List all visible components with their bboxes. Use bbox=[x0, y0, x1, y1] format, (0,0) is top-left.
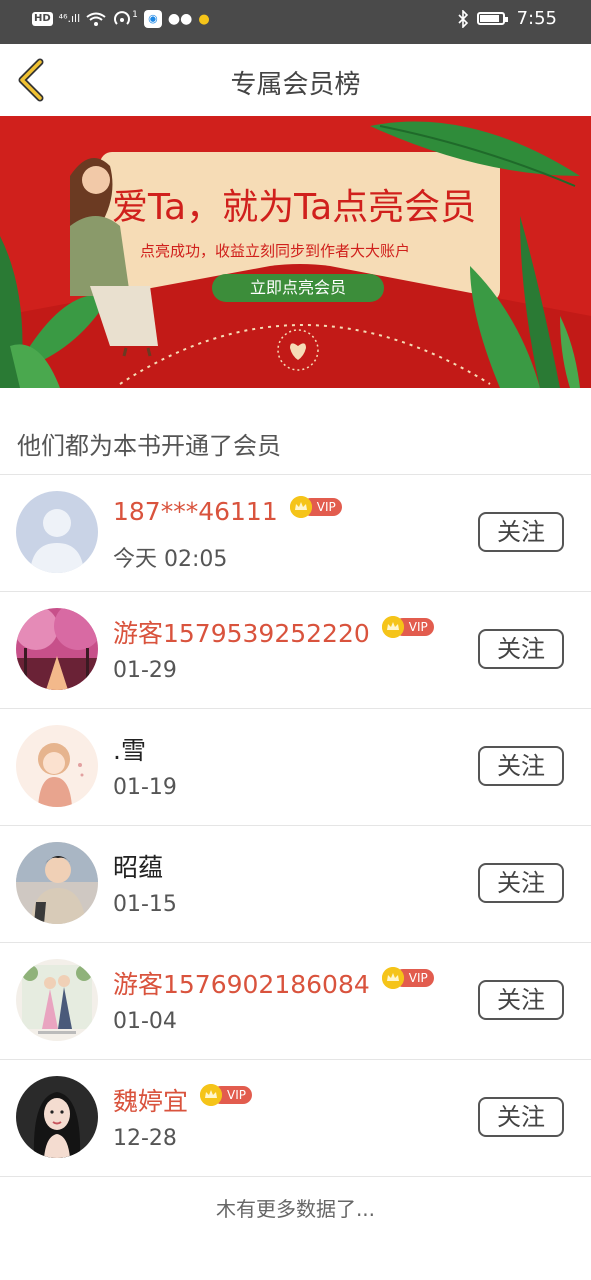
page-title: 专属会员榜 bbox=[230, 70, 361, 100]
avatar[interactable] bbox=[16, 959, 98, 1041]
hotspot-count: 1 bbox=[132, 10, 138, 20]
member-name: 187***46111 bbox=[113, 497, 278, 526]
avatar[interactable] bbox=[16, 491, 98, 573]
signal-icon: ⁴⁶.ıll bbox=[58, 12, 81, 25]
member-name: 昭蕴 bbox=[113, 853, 164, 882]
avatar[interactable] bbox=[16, 1076, 98, 1158]
member-name-line: 昭蕴 bbox=[113, 848, 163, 884]
crown-icon bbox=[381, 967, 404, 989]
member-row[interactable]: 昭蕴 01-15 关注 bbox=[0, 826, 591, 943]
avatar[interactable] bbox=[16, 842, 98, 924]
vip-badge: VIP bbox=[381, 616, 434, 638]
member-date: 01-19 bbox=[113, 775, 177, 800]
member-name: 游客1579539252220 bbox=[113, 619, 370, 648]
avatar[interactable] bbox=[16, 725, 98, 807]
vip-badge: VIP bbox=[200, 1084, 253, 1106]
member-name: 魏婷宜 bbox=[113, 1087, 189, 1116]
follow-button[interactable]: 关注 bbox=[478, 629, 564, 669]
crown-icon bbox=[289, 495, 312, 518]
banner-cta-label: 立即点亮会员 bbox=[249, 278, 346, 297]
vip-badge: VIP bbox=[381, 967, 434, 989]
follow-button[interactable]: 关注 bbox=[478, 746, 564, 786]
member-date: 01-29 bbox=[113, 658, 177, 683]
member-name: 游客1576902186084 bbox=[113, 970, 370, 999]
banner-headline: 爱Ta，就为Ta点亮会员 bbox=[112, 187, 477, 228]
member-name: .雪 bbox=[113, 736, 146, 765]
member-list: 187***46111 VIP 今天 02:05 关注 游客1579539252220 V… bbox=[0, 475, 591, 1177]
follow-button[interactable]: 关注 bbox=[478, 1097, 564, 1137]
section-header: 他们都为本书开通了会员 bbox=[0, 388, 591, 475]
member-date: 今天 02:05 bbox=[113, 547, 228, 572]
vip-badge: VIP bbox=[289, 495, 342, 518]
status-time: 7:55 bbox=[516, 8, 557, 29]
member-name-line: 游客1579539252220 VIP bbox=[113, 614, 434, 650]
member-name-line: .雪 bbox=[113, 731, 146, 767]
member-row[interactable]: 游客1579539252220 VIP 01-29 关注 bbox=[0, 592, 591, 709]
crown-icon bbox=[200, 1084, 223, 1106]
battery-icon bbox=[476, 12, 508, 25]
promo-banner[interactable]: 爱Ta，就为Ta点亮会员 点亮成功，收益立刻同步到作者大大账户 立即点亮会员 bbox=[0, 116, 591, 388]
member-name-line: 游客1576902186084 VIP bbox=[113, 965, 434, 1001]
follow-button[interactable]: 关注 bbox=[478, 512, 564, 552]
wechat-icon: ●● bbox=[167, 11, 193, 27]
member-name-line: 魏婷宜 VIP bbox=[113, 1082, 253, 1118]
nav-bar: 专属会员榜 bbox=[0, 44, 591, 116]
no-more-data-text: 木有更多数据了... bbox=[215, 1197, 376, 1221]
bulb-icon: ● bbox=[198, 11, 210, 27]
banner-cta-button[interactable]: 立即点亮会员 bbox=[212, 274, 384, 302]
follow-button[interactable]: 关注 bbox=[478, 863, 564, 903]
hotspot-icon bbox=[114, 11, 131, 25]
app-notification-icon: ◉ bbox=[143, 10, 162, 28]
member-date: 01-04 bbox=[113, 1009, 177, 1034]
status-bar: HD ⁴⁶.ıll 1 ◉ ●● ● 7:55 bbox=[0, 0, 591, 44]
banner-subline: 点亮成功，收益立刻同步到作者大大账户 bbox=[140, 242, 411, 260]
section-title: 他们都为本书开通了会员 bbox=[17, 432, 281, 460]
member-date: 12-28 bbox=[113, 1126, 177, 1151]
crown-icon bbox=[381, 616, 404, 638]
member-row[interactable]: 魏婷宜 VIP 12-28 关注 bbox=[0, 1060, 591, 1177]
bluetooth-icon bbox=[458, 9, 468, 28]
member-row[interactable]: 187***46111 VIP 今天 02:05 关注 bbox=[0, 475, 591, 592]
avatar[interactable] bbox=[16, 608, 98, 690]
wifi-icon bbox=[86, 12, 106, 26]
member-row[interactable]: 游客1576902186084 VIP 01-04 关注 bbox=[0, 943, 591, 1060]
hd-indicator: HD bbox=[32, 12, 53, 26]
member-row[interactable]: .雪 01-19 关注 bbox=[0, 709, 591, 826]
member-name-line: 187***46111 VIP bbox=[113, 495, 342, 526]
member-date: 01-15 bbox=[113, 892, 177, 917]
follow-button[interactable]: 关注 bbox=[478, 980, 564, 1020]
